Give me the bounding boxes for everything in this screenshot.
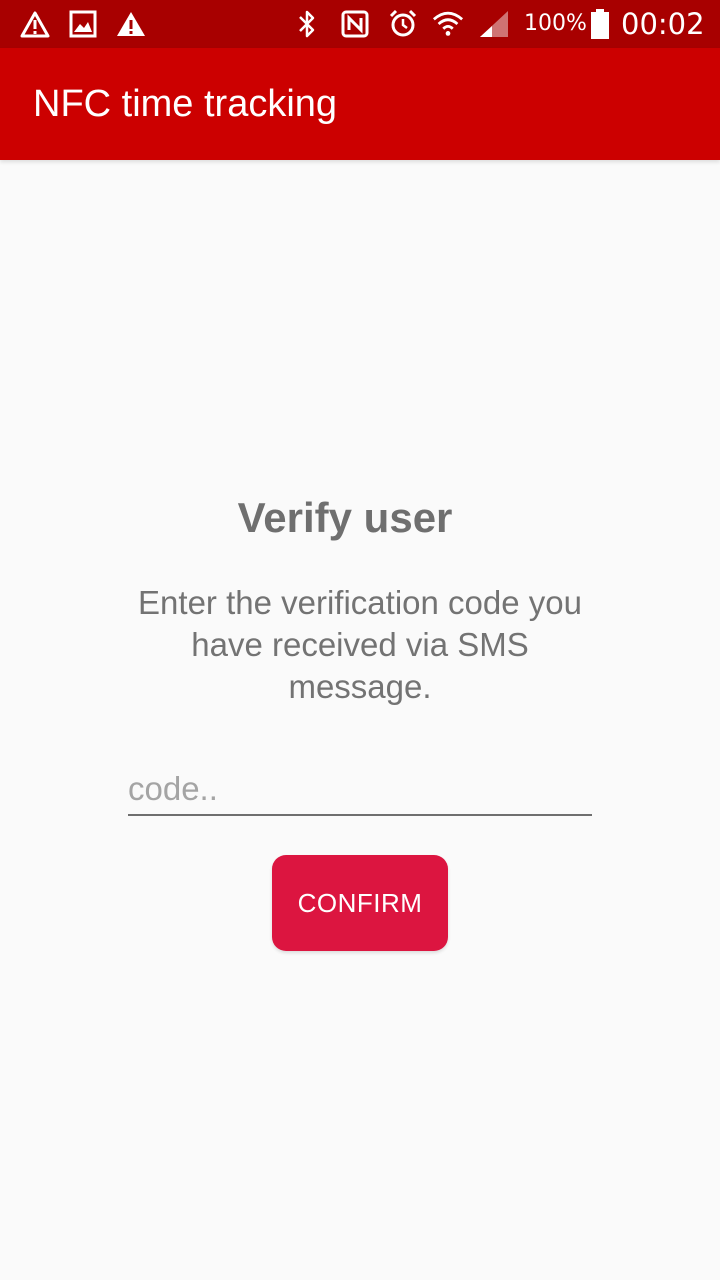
- page-title: Verify user: [237, 494, 453, 541]
- wifi-icon: [432, 8, 464, 40]
- alarm-icon: [387, 8, 419, 40]
- bluetooth-icon: [291, 8, 323, 40]
- app-title: NFC time tracking: [33, 83, 338, 125]
- image-icon: [67, 8, 99, 40]
- verification-code-input[interactable]: [128, 764, 592, 816]
- verification-instructions: Enter the verification code you have rec…: [138, 584, 582, 705]
- alert-icon: [115, 8, 147, 40]
- battery-icon: [584, 8, 616, 40]
- signal-icon: [478, 8, 510, 40]
- battery-level: 100%: [524, 11, 587, 36]
- confirm-button[interactable]: CONFIRM: [272, 855, 448, 951]
- warning-icon: [19, 8, 51, 40]
- app-bar: NFC time tracking: [0, 48, 720, 160]
- status-time: 00:02: [621, 7, 705, 41]
- verify-screen: 100% 00:02 NFC time tracking Verify user…: [0, 0, 720, 1280]
- nfc-icon: [339, 8, 371, 40]
- status-bar: 100% 00:02: [0, 0, 720, 48]
